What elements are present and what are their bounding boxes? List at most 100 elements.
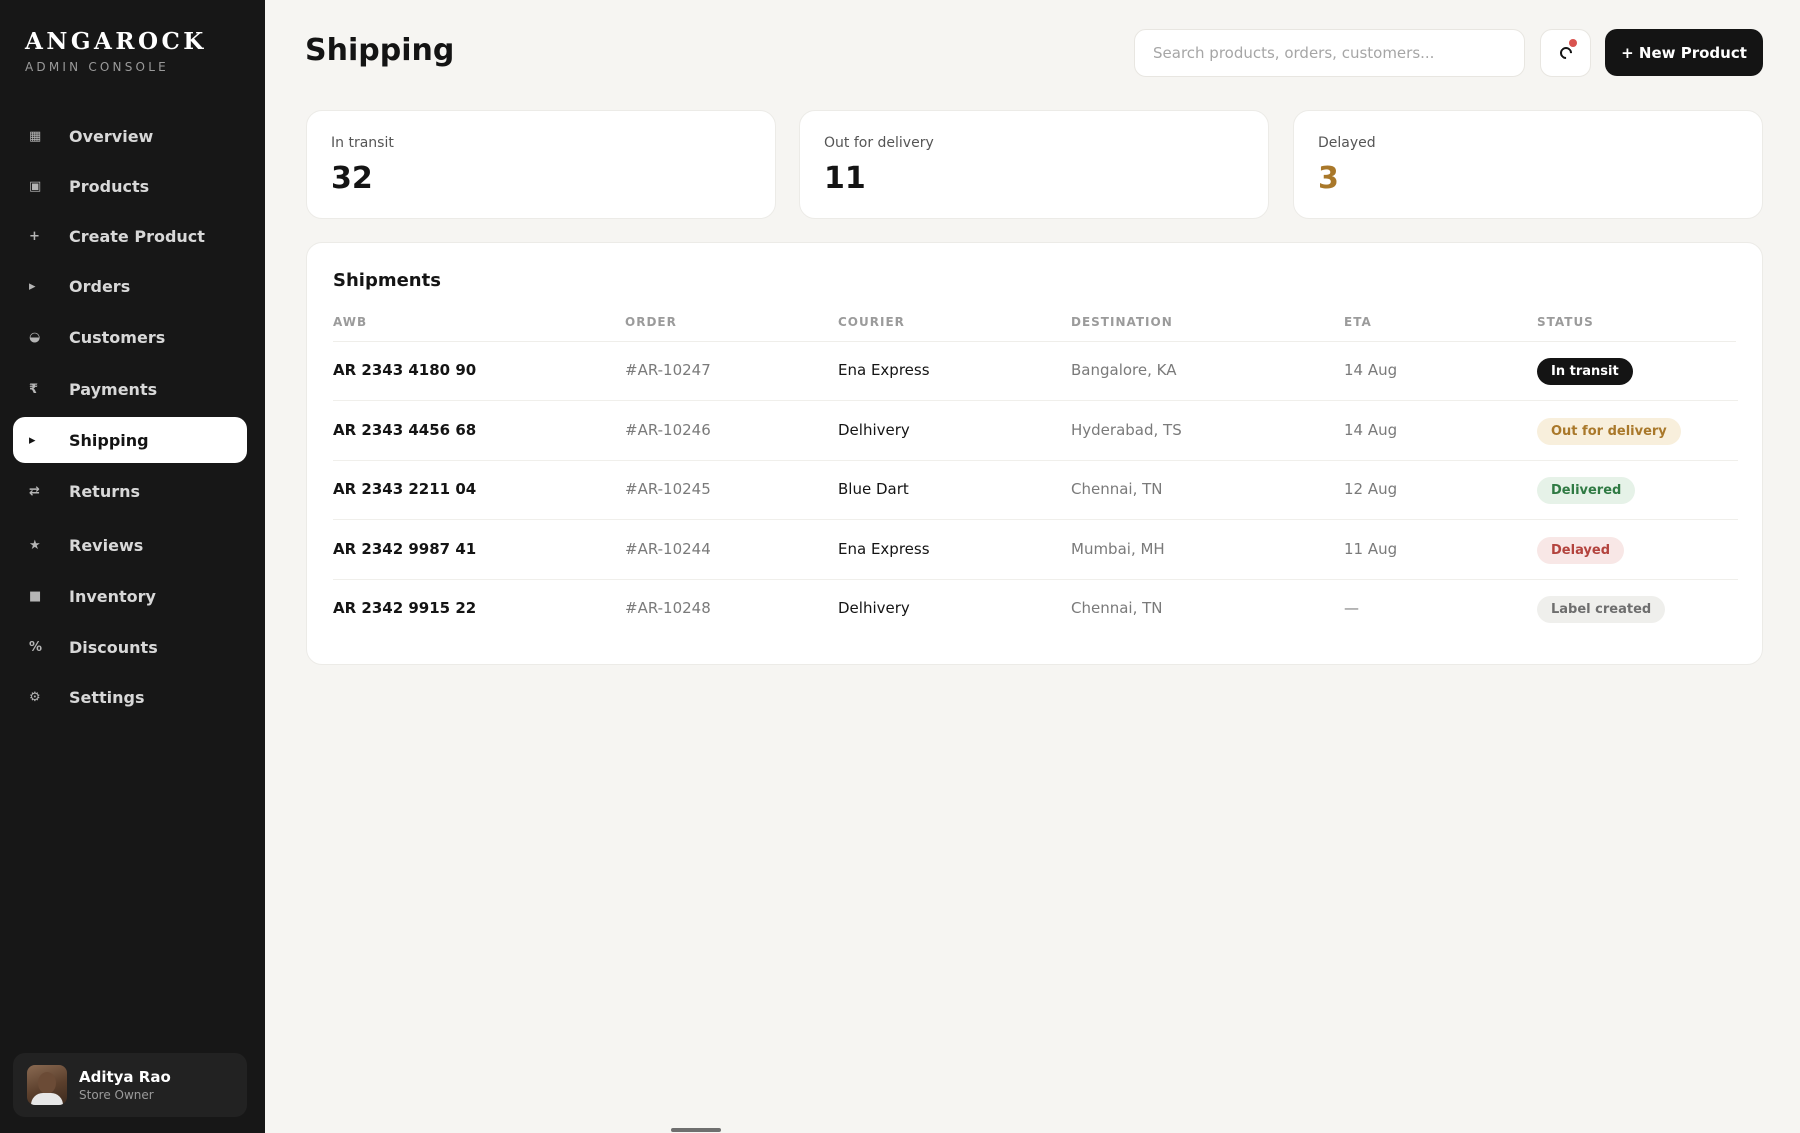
sidebar-item-overview[interactable]: ▦ Overview	[13, 113, 247, 159]
column-header-destination: DESTINATION	[1071, 315, 1173, 329]
stat-label: Out for delivery	[824, 135, 934, 151]
table-row[interactable]: AR 2343 4180 90 #AR-10247 Ena Express Banga…	[333, 342, 1738, 401]
order-cell[interactable]: #AR-10244	[625, 540, 711, 558]
orders-icon: ▸	[29, 278, 36, 294]
awb-cell: AR 2342 9987 41	[333, 539, 477, 558]
table-row[interactable]: AR 2343 2211 04 #AR-10245 Blue Dart Chennai…	[333, 461, 1738, 520]
panel-title: Shipments	[333, 270, 441, 291]
bell-icon	[1557, 44, 1574, 62]
sidebar: ANGAROCK ADMIN CONSOLE ▦ Overview ▣ Product…	[0, 0, 265, 1133]
notification-dot	[1569, 39, 1577, 47]
stat-card-delayed: Delayed 3	[1293, 110, 1763, 219]
status-badge: Out for delivery	[1537, 417, 1681, 445]
sidebar-item-inventory[interactable]: ■ Inventory	[13, 573, 247, 619]
eta-cell: —	[1344, 599, 1359, 617]
sidebar-item-label: Discounts	[69, 637, 158, 657]
sidebar-item-products[interactable]: ▣ Products	[13, 163, 247, 209]
shipments-panel: Shipments AWB ORDER COURIER DESTINATION …	[306, 242, 1763, 665]
scroll-indicator[interactable]	[671, 1128, 721, 1132]
destination-cell: Bangalore, KA	[1071, 361, 1177, 379]
rupee-icon: ₹	[29, 381, 39, 397]
avatar	[27, 1065, 67, 1105]
order-cell[interactable]: #AR-10246	[625, 421, 711, 439]
search-input[interactable]	[1134, 29, 1525, 77]
stat-card-out-for-delivery: Out for delivery 11	[799, 110, 1269, 219]
sidebar-item-orders[interactable]: ▸ Orders	[13, 263, 247, 309]
percent-icon: %	[29, 639, 43, 655]
sidebar-item-label: Create Product	[69, 226, 205, 246]
sidebar-item-label: Customers	[69, 327, 166, 347]
courier-cell: Ena Express	[838, 361, 930, 379]
column-header-courier: COURIER	[838, 315, 905, 329]
destination-cell: Chennai, TN	[1071, 599, 1163, 617]
sidebar-item-label: Inventory	[69, 586, 156, 606]
returns-icon: ⇄	[29, 483, 40, 499]
sidebar-item-label: Settings	[69, 687, 145, 707]
sidebar-item-discounts[interactable]: % Discounts	[13, 624, 247, 670]
sidebar-item-reviews[interactable]: ★ Reviews	[13, 522, 247, 568]
status-badge: In transit	[1537, 358, 1633, 385]
products-icon: ▣	[29, 178, 42, 194]
column-header-eta: ETA	[1344, 315, 1372, 329]
awb-cell: AR 2343 4180 90	[333, 361, 477, 379]
stat-label: Delayed	[1318, 135, 1376, 151]
sidebar-item-returns[interactable]: ⇄ Returns	[13, 468, 247, 514]
sidebar-item-payments[interactable]: ₹ Payments	[13, 366, 247, 412]
sidebar-item-label: Returns	[69, 481, 141, 501]
destination-cell: Mumbai, MH	[1071, 539, 1165, 558]
destination-cell: Chennai, TN	[1071, 480, 1163, 498]
page-title: Shipping	[305, 33, 455, 68]
user-info: Aditya Rao Store Owner	[79, 1068, 171, 1102]
brand-subtitle: ADMIN CONSOLE	[25, 60, 169, 74]
courier-cell: Ena Express	[838, 539, 930, 558]
column-header-order: ORDER	[625, 315, 677, 329]
sidebar-item-settings[interactable]: ⚙ Settings	[13, 674, 247, 720]
plus-icon: +	[29, 228, 40, 244]
new-product-button[interactable]: + New Product	[1605, 29, 1763, 76]
table-row[interactable]: AR 2343 4456 68 #AR-10246 Delhivery Hyderab…	[333, 402, 1738, 461]
notifications-button[interactable]	[1540, 29, 1591, 77]
stat-value: 11	[824, 161, 866, 196]
awb-cell: AR 2342 9915 22	[333, 599, 477, 617]
sidebar-item-label: Orders	[69, 276, 131, 296]
stat-label: In transit	[331, 135, 394, 151]
order-cell[interactable]: #AR-10248	[625, 599, 711, 617]
customers-icon: ◒	[29, 329, 41, 345]
table-row[interactable]: AR 2342 9987 41 #AR-10244 Ena Express Mumba…	[333, 521, 1738, 580]
courier-cell: Delhivery	[838, 420, 910, 439]
status-badge: Delivered	[1537, 477, 1636, 504]
table-row[interactable]: AR 2342 9915 22 #AR-10248 Delhivery Chennai…	[333, 580, 1738, 639]
sidebar-item-customers[interactable]: ◒ Customers	[13, 314, 247, 360]
brand: ANGAROCK ADMIN CONSOLE	[25, 28, 207, 74]
eta-cell: 14 Aug	[1344, 361, 1398, 379]
user-role: Store Owner	[79, 1088, 154, 1102]
awb-cell: AR 2343 2211 04	[333, 480, 477, 498]
sidebar-item-create-product[interactable]: + Create Product	[13, 213, 247, 259]
stat-value: 3	[1318, 161, 1339, 196]
sidebar-item-label: Reviews	[69, 535, 144, 555]
eta-cell: 12 Aug	[1344, 480, 1398, 498]
overview-icon: ▦	[29, 128, 42, 144]
shipping-icon: ▸	[29, 432, 36, 448]
sidebar-item-shipping[interactable]: ▸ Shipping	[13, 417, 247, 463]
awb-cell: AR 2343 4456 68	[333, 420, 477, 439]
sidebar-item-label: Overview	[69, 126, 154, 146]
order-cell[interactable]: #AR-10247	[625, 361, 711, 379]
sidebar-item-label: Products	[69, 176, 150, 196]
eta-cell: 11 Aug	[1344, 539, 1398, 558]
courier-cell: Blue Dart	[838, 480, 909, 498]
stat-card-in-transit: In transit 32	[306, 110, 776, 219]
sidebar-item-label: Shipping	[69, 430, 149, 450]
destination-cell: Hyderabad, TS	[1071, 420, 1182, 439]
status-badge: Delayed	[1537, 536, 1625, 564]
star-icon: ★	[29, 537, 41, 553]
eta-cell: 14 Aug	[1344, 420, 1398, 439]
brand-name: ANGAROCK	[25, 28, 207, 55]
user-name: Aditya Rao	[79, 1068, 171, 1086]
user-card[interactable]: Aditya Rao Store Owner	[13, 1053, 247, 1117]
inventory-icon: ■	[29, 588, 42, 604]
order-cell[interactable]: #AR-10245	[625, 480, 711, 498]
stat-value: 32	[331, 161, 373, 196]
gear-icon: ⚙	[29, 689, 41, 705]
courier-cell: Delhivery	[838, 599, 910, 617]
